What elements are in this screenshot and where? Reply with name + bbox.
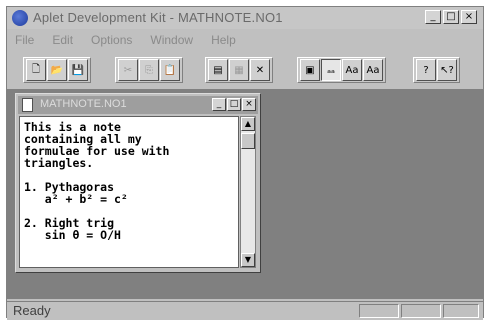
maximize-button[interactable]: □ [443, 10, 459, 24]
app-globe-icon [12, 10, 28, 26]
minimize-button[interactable]: _ [425, 10, 441, 24]
app-title: Aplet Development Kit - MATHNOTE.NO1 [33, 10, 283, 25]
paste-icon[interactable]: 📋 [160, 59, 180, 81]
cut-icon[interactable]: ✂ [118, 59, 138, 81]
scroll-up-arrow-icon[interactable]: ▲ [241, 117, 255, 131]
delete-icon[interactable]: ✕ [250, 59, 270, 81]
copy-icon[interactable]: ⎘ [139, 59, 159, 81]
info-icon[interactable]: ? [416, 59, 436, 81]
scroll-thumb[interactable] [241, 133, 255, 149]
note-window: MATHNOTE.NO1 _ □ × This is a note contai… [15, 93, 261, 273]
note-close-button[interactable]: × [242, 98, 256, 111]
font-medium-icon[interactable]: Aa [342, 59, 362, 81]
scroll-down-arrow-icon[interactable]: ▼ [241, 253, 255, 267]
toolbar-help-group: ? ↖? [413, 57, 460, 83]
status-panel-1 [359, 304, 399, 318]
application-window: Aplet Development Kit - MATHNOTE.NO1 _ □… [6, 6, 484, 320]
note-text-area[interactable]: This is a note containing all my formula… [19, 116, 239, 268]
window-controls: _ □ × [425, 10, 477, 24]
new-file-icon[interactable]: 🗋 [26, 59, 46, 81]
status-panel-3 [443, 304, 479, 318]
toolbar: 🗋 📂 💾 ✂ ⎘ 📋 ▤ ▦ ✕ ▣ ₐₐ Aa Aa ? ↖? [7, 55, 483, 85]
toolbar-object-group: ▤ ▦ ✕ [205, 57, 273, 83]
menu-help[interactable]: Help [203, 31, 246, 49]
note-window-title: MATHNOTE.NO1 [40, 98, 127, 110]
grid-icon[interactable]: ▦ [229, 59, 249, 81]
toolbar-edit-group: ✂ ⎘ 📋 [115, 57, 183, 83]
context-help-icon[interactable]: ↖? [437, 59, 457, 81]
save-icon[interactable]: 💾 [68, 59, 88, 81]
mdi-workspace: MATHNOTE.NO1 _ □ × This is a note contai… [7, 89, 483, 299]
toolbar-file-group: 🗋 📂 💾 [23, 57, 91, 83]
note-window-controls: _ □ × [212, 98, 256, 111]
note-window-titlebar[interactable]: MATHNOTE.NO1 _ □ × [18, 96, 258, 114]
status-panel-2 [401, 304, 441, 318]
vertical-scrollbar[interactable]: ▲ ▼ [240, 116, 256, 268]
toolbar-font-group: ▣ ₐₐ Aa Aa [297, 57, 386, 83]
status-text: Ready [13, 303, 51, 318]
note-maximize-button[interactable]: □ [227, 98, 241, 111]
note-minimize-button[interactable]: _ [212, 98, 226, 111]
open-folder-icon[interactable]: 📂 [47, 59, 67, 81]
menu-window[interactable]: Window [142, 31, 203, 49]
menu-bar: File Edit Options Window Help [7, 31, 483, 49]
font-large-icon[interactable]: Aa [363, 59, 383, 81]
close-button[interactable]: × [461, 10, 477, 24]
status-bar: Ready [7, 301, 483, 320]
document-icon [22, 98, 33, 112]
form-icon[interactable]: ▤ [208, 59, 228, 81]
calculator-icon[interactable]: ▣ [300, 59, 320, 81]
note-text: This is a note containing all my formula… [24, 120, 170, 242]
menu-options[interactable]: Options [83, 31, 142, 49]
menu-file[interactable]: File [7, 31, 44, 49]
menu-edit[interactable]: Edit [44, 31, 83, 49]
font-small-icon[interactable]: ₐₐ [321, 59, 341, 81]
title-bar: Aplet Development Kit - MATHNOTE.NO1 _ □… [7, 7, 483, 29]
